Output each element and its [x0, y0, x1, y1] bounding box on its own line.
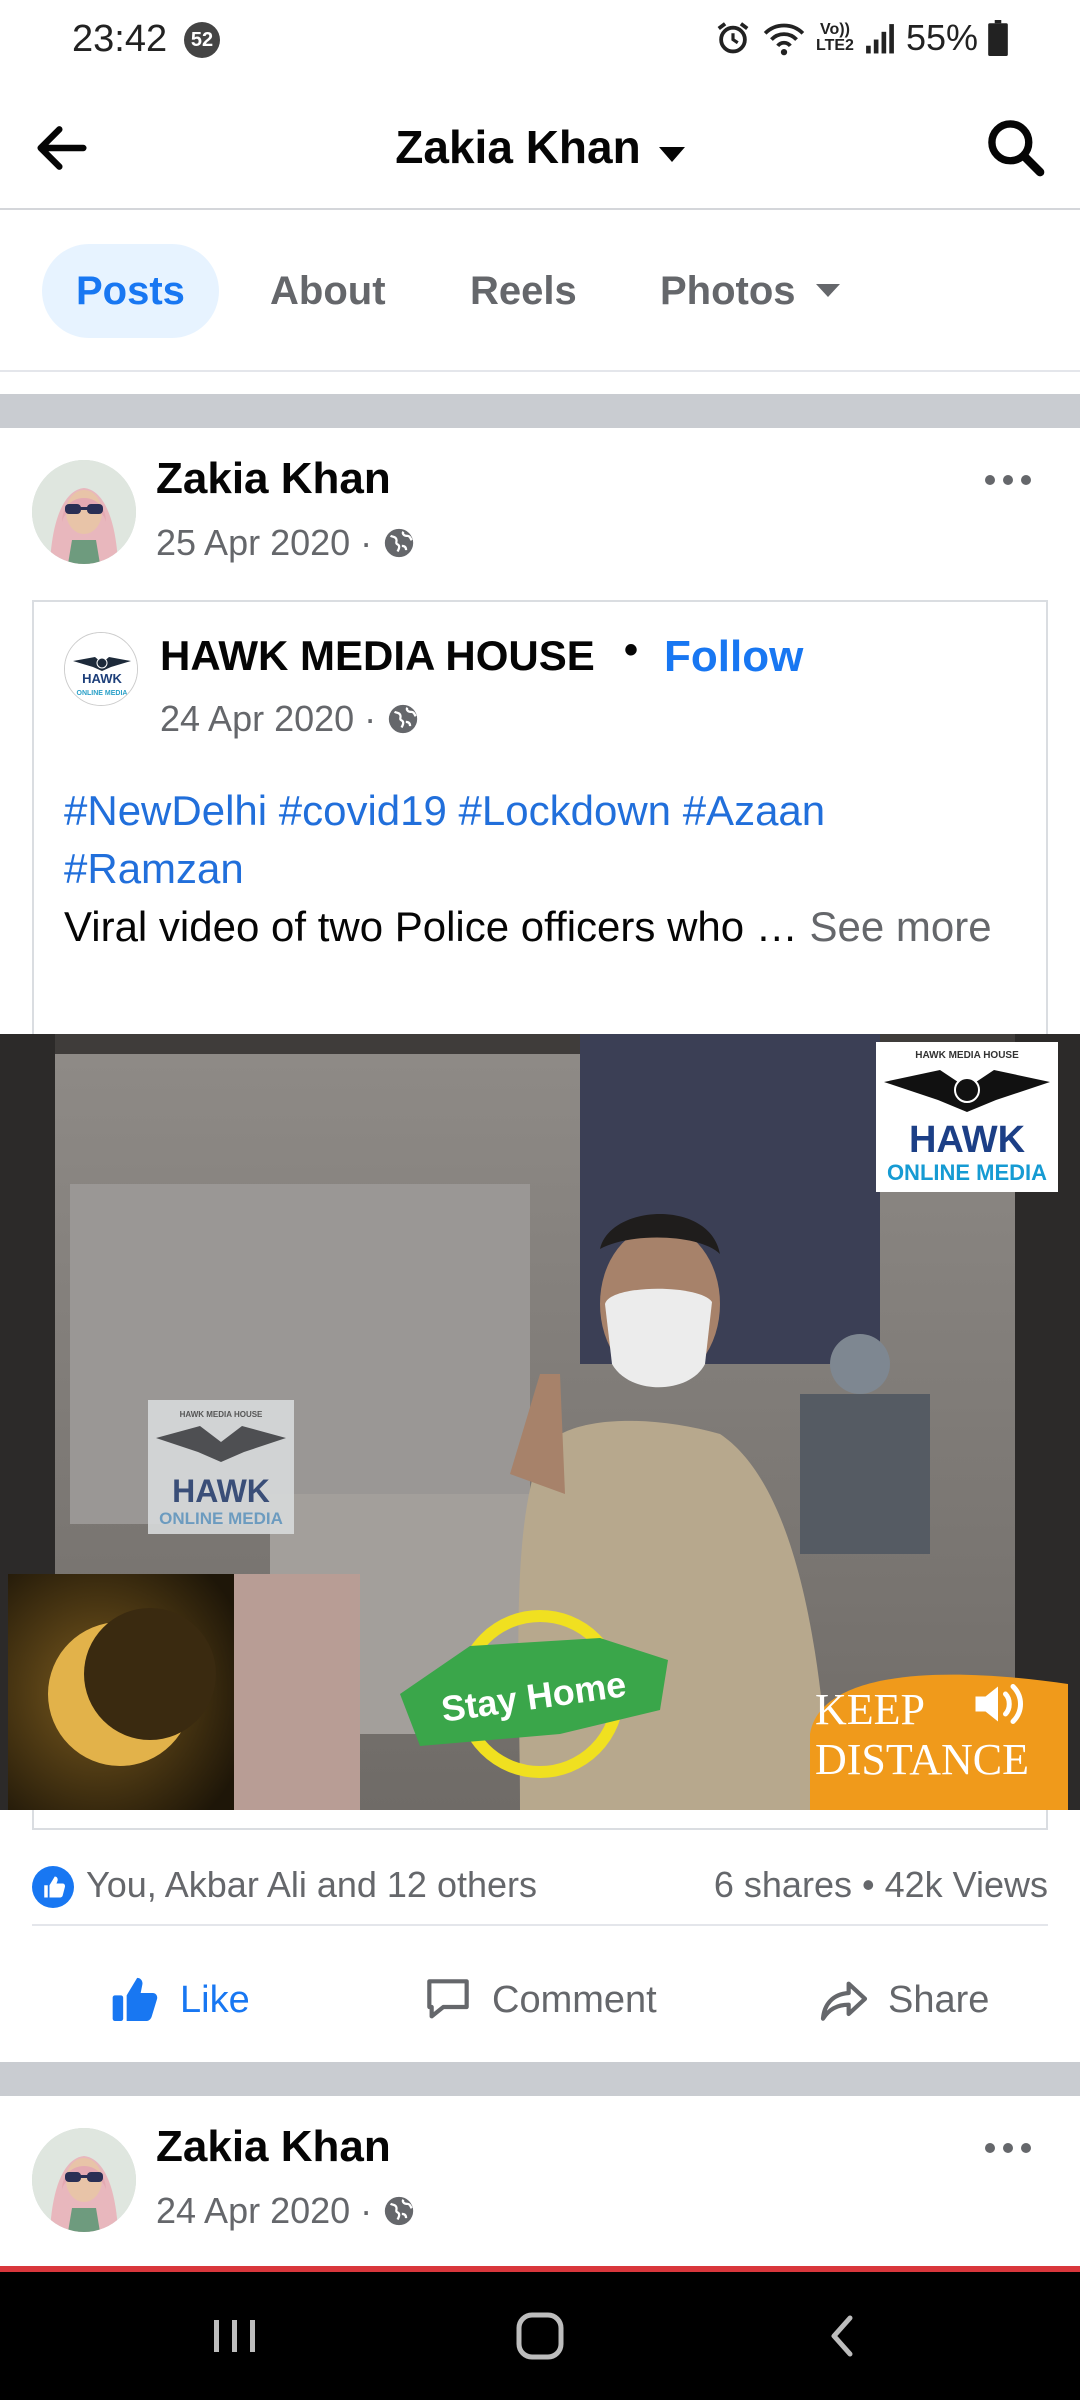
feed-separator [0, 394, 1080, 428]
battery-percent: 55% [905, 17, 978, 58]
post-meta: 25 Apr 2020 · [156, 522, 416, 564]
reactions-text: You, Akbar Ali and 12 others [86, 1864, 538, 1905]
globe-icon [389, 704, 418, 734]
profile-tabs: Posts About Reels Photos [0, 212, 1080, 372]
post-options-button[interactable] [978, 460, 1038, 500]
post-date[interactable]: 24 Apr 2020 [156, 2190, 350, 2232]
meta-separator: · [360, 2190, 373, 2231]
avatar[interactable] [32, 460, 136, 564]
globe-icon [385, 2196, 414, 2226]
status-icons: Vo)) LTE2 55% [714, 16, 1008, 60]
follow-separator: • [624, 628, 639, 672]
hashtags-line-1[interactable]: #NewDelhi #covid19 #Lockdown #Azaan [64, 782, 1014, 840]
caret-down-icon [815, 283, 840, 297]
share-view-stats[interactable]: 6 shares • 42k Views [714, 1864, 1048, 1906]
post-body-text: Viral video of two Police officers who … [64, 903, 810, 950]
network-type: Vo)) LTE2 [816, 22, 854, 54]
post-meta: 24 Apr 2020 · [156, 2190, 416, 2232]
battery-icon [988, 20, 1008, 56]
watermark-top-small: HAWK MEDIA HOUSE [915, 1050, 1019, 1061]
page-logo-subtext: ONLINE MEDIA [77, 690, 128, 697]
comment-label: Comment [492, 1978, 657, 2021]
signal-icon [866, 24, 894, 54]
page-logo-image: HAWK ONLINE MEDIA [65, 633, 137, 705]
see-more-link[interactable]: See more [809, 903, 991, 950]
search-button[interactable] [982, 114, 1050, 182]
globe-icon [385, 528, 414, 558]
comment-button[interactable]: Comment [420, 1964, 657, 2036]
home-button[interactable] [505, 2306, 575, 2366]
post-video[interactable]: HAWK MEDIA HOUSE HAWK ONLINE MEDIA HAWK … [0, 1034, 1080, 1810]
post-author[interactable]: Zakia Khan [156, 2122, 391, 2172]
feed-separator [0, 2062, 1080, 2096]
post-body: Viral video of two Police officers who …… [64, 898, 1014, 956]
tab-posts[interactable]: Posts [42, 244, 219, 338]
comment-icon [427, 1979, 469, 2019]
home-icon [516, 2312, 564, 2360]
recent-apps-button[interactable] [200, 2306, 270, 2366]
recent-apps-icon [214, 2320, 255, 2352]
share-icon [820, 1981, 868, 2021]
like-label: Like [180, 1978, 250, 2021]
more-horizontal-icon [985, 2143, 1031, 2153]
app-bar: Zakia Khan [0, 80, 1080, 210]
thumbs-up-icon [44, 1876, 66, 1898]
meta-separator: · [364, 698, 377, 739]
keep-label: KEEP [815, 1685, 925, 1734]
follow-button[interactable]: Follow [664, 632, 803, 682]
video-frame: HAWK MEDIA HOUSE HAWK ONLINE MEDIA HAWK … [0, 1034, 1080, 1810]
meta-separator: · [360, 522, 373, 563]
notification-count-badge: 52 [184, 22, 220, 58]
chevron-left-icon [831, 2315, 853, 2357]
shared-post-meta: 24 Apr 2020 · [160, 698, 420, 740]
status-time: 23:42 [72, 18, 168, 60]
post-text: #NewDelhi #covid19 #Lockdown #Azaan #Ram… [64, 782, 1014, 956]
watermark-top-subtext: ONLINE MEDIA [887, 1160, 1047, 1185]
tab-photos[interactable]: Photos [660, 244, 840, 338]
volume-icon [975, 1684, 1023, 1724]
volte-label: Vo)) [820, 21, 850, 38]
lte-label: LTE2 [816, 37, 854, 54]
alarm-icon [717, 22, 749, 54]
avatar[interactable] [32, 2128, 136, 2232]
back-nav-button[interactable] [808, 2306, 878, 2366]
reactions-summary[interactable]: You, Akbar Ali and 12 others 6 shares • … [32, 1846, 1048, 1926]
tab-reels[interactable]: Reels [470, 244, 577, 338]
profile-switcher[interactable]: Zakia Khan [0, 120, 1080, 174]
status-bar: 23:42 52 Vo)) LTE2 55% [0, 0, 1080, 80]
post-actions: Like Comment Share [0, 1940, 1080, 2060]
shared-post-date[interactable]: 24 Apr 2020 [160, 698, 354, 740]
wifi-icon [763, 23, 805, 56]
system-nav-bar [0, 2272, 1080, 2400]
volume-button[interactable] [968, 1674, 1028, 1734]
avatar-image [32, 2128, 136, 2232]
post-author[interactable]: Zakia Khan [156, 454, 391, 504]
shared-page-name[interactable]: HAWK MEDIA HOUSE [160, 632, 595, 680]
tab-photos-label: Photos [660, 269, 796, 313]
page-logo[interactable]: HAWK ONLINE MEDIA [64, 632, 138, 706]
watermark-mid-subtext: ONLINE MEDIA [159, 1509, 283, 1528]
thumbs-up-icon [112, 1977, 158, 2021]
like-reaction-icon [32, 1866, 74, 1908]
hashtags-line-2[interactable]: #Ramzan [64, 840, 1014, 898]
page-logo-text: HAWK [82, 671, 122, 686]
distance-label: DISTANCE [815, 1735, 1029, 1784]
more-horizontal-icon [985, 475, 1031, 485]
watermark-mid-small: HAWK MEDIA HOUSE [180, 1410, 263, 1419]
caret-down-icon [658, 147, 685, 163]
watermark-mid-text: HAWK [172, 1473, 270, 1509]
watermark-top-text: HAWK [909, 1119, 1026, 1161]
tab-about[interactable]: About [270, 244, 386, 338]
post-date[interactable]: 25 Apr 2020 [156, 522, 350, 564]
page-title: Zakia Khan [395, 121, 641, 173]
avatar-image [32, 460, 136, 564]
share-label: Share [888, 1978, 990, 2021]
like-button[interactable]: Like [108, 1964, 250, 2036]
search-icon [988, 120, 1045, 177]
post-options-button[interactable] [978, 2128, 1038, 2168]
share-button[interactable]: Share [816, 1964, 989, 2036]
